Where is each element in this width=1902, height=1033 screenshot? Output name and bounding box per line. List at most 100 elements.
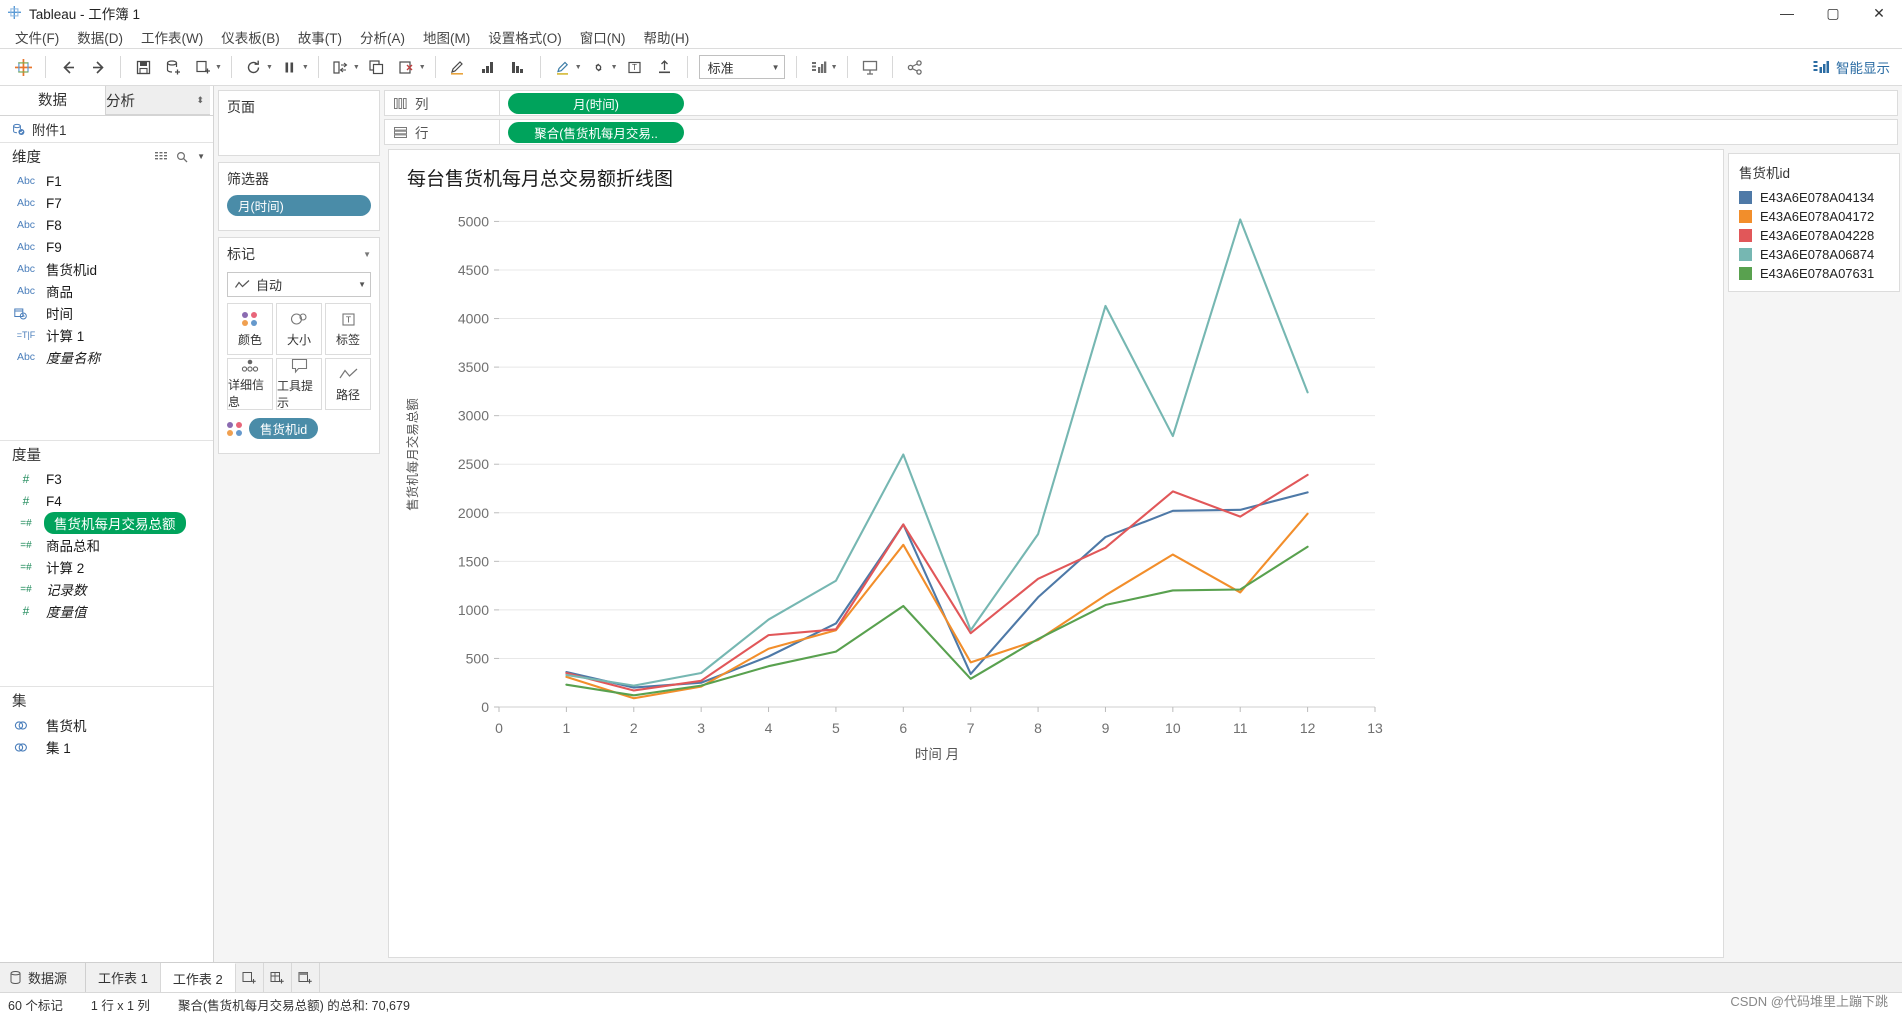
new-worksheet-icon[interactable] [188,53,218,81]
pane-resize-icon[interactable]: ⬍ [196,95,204,106]
dimension-product[interactable]: Abc 商品 [0,280,213,302]
show-me-toolbar-icon[interactable] [804,53,834,81]
tableau-logo-icon[interactable] [8,53,38,81]
group-icon[interactable] [584,53,614,81]
close-button[interactable]: ✕ [1856,0,1902,26]
sort-desc-icon[interactable] [503,53,533,81]
tab-analytics[interactable]: 分析 ⬍ [105,86,210,115]
measure-record-count[interactable]: =# 记录数 [0,578,213,600]
new-datasource-icon[interactable] [158,53,188,81]
presentation-icon[interactable] [855,53,885,81]
rows-shelf[interactable]: 行 聚合(售货机每月交易.. [384,119,1898,145]
marks-pill-machine-id[interactable]: 售货机id [249,418,319,439]
showme-caret-icon[interactable]: ▼ [831,64,838,71]
legend-item[interactable]: E43A6E078A04228 [1739,226,1889,245]
menu-item-map[interactable]: 地图(M) [414,26,479,48]
search-icon[interactable] [176,151,188,163]
mark-type-select[interactable]: 自动 ▼ [227,272,371,297]
menu-item-data[interactable]: 数据(D) [68,26,132,48]
marks-path-button[interactable]: 路径 [325,358,371,410]
measure-f4[interactable]: # F4 [0,490,213,512]
columns-shelf[interactable]: 列 月(时间) [384,90,1898,116]
menu-item-help[interactable]: 帮助(H) [634,26,698,48]
chevron-down-icon[interactable]: ▼ [363,250,371,259]
group-caret-icon[interactable]: ▼ [611,64,618,71]
measure-calc2[interactable]: =# 计算 2 [0,556,213,578]
clear-sheet-icon[interactable] [392,53,422,81]
menu-item-worksheet[interactable]: 工作表(W) [132,26,212,48]
clear-caret-icon[interactable]: ▼ [419,64,426,71]
forward-icon[interactable] [83,53,113,81]
back-icon[interactable] [53,53,83,81]
refresh-icon[interactable] [239,53,269,81]
measure-product-sum[interactable]: =# 商品总和 [0,534,213,556]
set-machine[interactable]: 售货机 [0,714,213,736]
measure-values[interactable]: # 度量值 [0,600,213,622]
highlight-caret-icon[interactable]: ▼ [575,64,582,71]
menu-item-dashboard[interactable]: 仪表板(B) [212,26,289,48]
filters-body[interactable]: 月(时间) [219,191,379,230]
legend-item[interactable]: E43A6E078A04172 [1739,207,1889,226]
marks-tooltip-button[interactable]: 工具提示 [276,358,322,410]
menu-item-window[interactable]: 窗口(N) [571,26,635,48]
filter-pill-month[interactable]: 月(时间) [227,195,371,216]
save-icon[interactable] [128,53,158,81]
pages-body[interactable] [219,119,379,155]
menu-item-file[interactable]: 文件(F) [6,26,68,48]
measure-f3[interactable]: # F3 [0,468,213,490]
legend-item[interactable]: E43A6E078A04134 [1739,188,1889,207]
share-icon[interactable] [900,53,930,81]
pane-menu-icon[interactable]: ▼ [197,152,205,161]
chart-series-line[interactable] [565,218,1309,687]
highlight-icon[interactable] [443,53,473,81]
sheet-tab-2[interactable]: 工作表 2 [160,963,236,992]
rows-pill-aggregate[interactable]: 聚合(售货机每月交易.. [508,121,684,143]
dimension-f7[interactable]: Abc F7 [0,192,213,214]
minimize-button[interactable]: — [1764,0,1810,26]
dimension-machine-id[interactable]: Abc 售货机id [0,258,213,280]
legend-item[interactable]: E43A6E078A06874 [1739,245,1889,264]
menu-item-story[interactable]: 故事(T) [289,26,351,48]
measure-monthly-total[interactable]: =# 售货机每月交易总额 [0,512,213,534]
chart-series-line[interactable] [565,545,1309,697]
dimension-f1[interactable]: Abc F1 [0,170,213,192]
new-worksheet-icon[interactable] [236,963,264,992]
fit-select[interactable]: 标准 ▼ [698,55,785,79]
menu-item-format[interactable]: 设置格式(O) [479,26,571,48]
dimension-f8[interactable]: Abc F8 [0,214,213,236]
show-me-button[interactable]: 智能显示 [1813,57,1890,77]
refresh-caret-icon[interactable]: ▼ [266,64,273,71]
maximize-button[interactable]: ▢ [1810,0,1856,26]
worksheet-canvas[interactable]: 每台售货机每月总交易额折线图 0 500 1000 1500 2000 2500 3000 3… [388,149,1724,958]
dimension-calc1[interactable]: =T|F 计算 1 [0,324,213,346]
datasource-tab[interactable]: 数据源 [0,963,87,992]
marks-detail-button[interactable]: 详细信息 [227,358,273,410]
duplicate-icon[interactable] [362,53,392,81]
datasource-item[interactable]: 附件1 [0,116,213,142]
new-dashboard-icon[interactable] [264,963,292,992]
marks-color-button[interactable]: 颜色 [227,303,273,355]
dimension-time[interactable]: 时间 [0,302,213,324]
tab-data[interactable]: 数据 [0,86,105,115]
dimension-f9[interactable]: Abc F9 [0,236,213,258]
marks-label-button[interactable]: T 标签 [325,303,371,355]
pause-icon[interactable] [275,53,305,81]
set-set1[interactable]: 集 1 [0,736,213,758]
fixed-axis-icon[interactable] [650,53,680,81]
grid-view-icon[interactable] [155,151,168,163]
marks-size-button[interactable]: 大小 [276,303,322,355]
new-worksheet-caret-icon[interactable]: ▼ [215,64,222,71]
show-labels-icon[interactable]: T [620,53,650,81]
dimension-measure-names[interactable]: Abc 度量名称 [0,346,213,368]
menu-item-analysis[interactable]: 分析(A) [351,26,414,48]
new-story-icon[interactable] [292,963,320,992]
sort-asc-icon[interactable] [473,53,503,81]
swap-axes-icon[interactable] [326,53,356,81]
pause-caret-icon[interactable]: ▼ [302,64,309,71]
columns-pill-month[interactable]: 月(时间) [508,92,684,114]
swap-caret-icon[interactable]: ▼ [353,64,360,71]
sheet-tab-1[interactable]: 工作表 1 [86,963,161,992]
legend-item[interactable]: E43A6E078A07631 [1739,264,1889,283]
line-chart[interactable]: 0 500 1000 1500 2000 2500 3000 3500 4000 4500 5000… [389,194,1723,957]
highlight-marker-icon[interactable] [548,53,578,81]
